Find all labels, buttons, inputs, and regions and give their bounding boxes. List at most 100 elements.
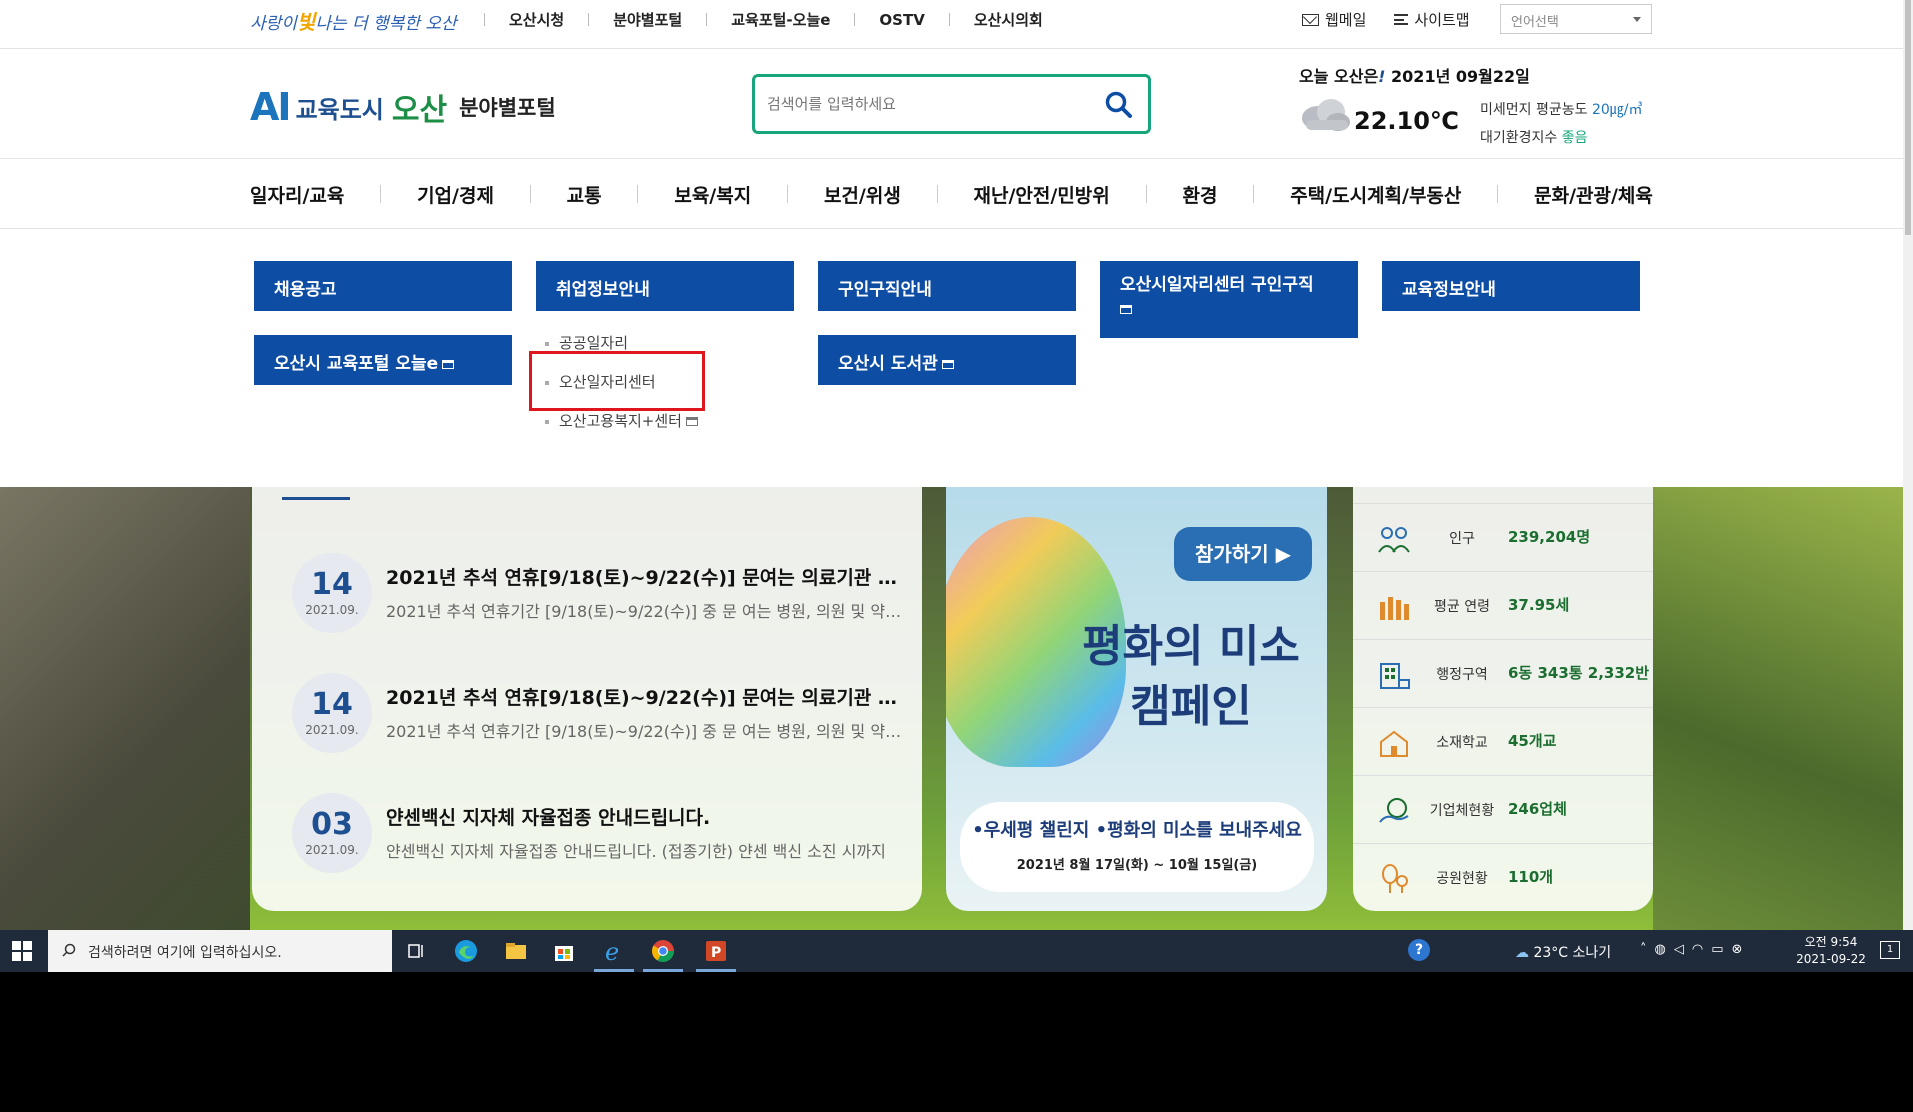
district-icon: [1380, 663, 1410, 689]
link-field-portal[interactable]: 분야별포털: [613, 9, 682, 30]
link-education-portal[interactable]: 교육포털-오늘e: [731, 9, 830, 30]
campaign-banner[interactable]: 참가하기 ▶ 평화의 미소 캠페인 •우세평 챌린지 •평화의 미소를 보내주세…: [946, 487, 1327, 911]
stat-row: 인구 239,204명: [1353, 503, 1653, 571]
menu-library[interactable]: 오산시 도서관: [818, 335, 1076, 385]
news-day: 14: [311, 687, 353, 722]
nav-housing-urban[interactable]: 주택/도시계획/부동산: [1290, 181, 1461, 208]
slogan-part-3: 나는 더 행복한 오산: [315, 14, 457, 34]
age-icon: [1380, 597, 1409, 620]
system-tray-icons[interactable]: ˄◍◁◠▭⊗: [1640, 942, 1750, 957]
nav-dropdown-panel: 채용공고 취업정보안내 구인구직안내 오산시일자리센터 구인구직 교육정보안내 …: [0, 229, 1903, 487]
nav-transport[interactable]: 교통: [567, 181, 602, 208]
stat-label: 평균 연령: [1434, 599, 1490, 615]
news-item[interactable]: 14 2021.09. 2021년 추석 연휴[9/18(토)~9/22(수)]…: [292, 673, 912, 763]
nav-culture-tourism[interactable]: 문화/관광/체육: [1534, 181, 1653, 208]
system-clock[interactable]: 오전 9:54 2021-09-22: [1790, 934, 1872, 968]
menu-education-info[interactable]: 교육정보안내: [1382, 261, 1640, 311]
nav-environment[interactable]: 환경: [1183, 181, 1218, 208]
menu-recruitment[interactable]: 채용공고: [254, 261, 512, 311]
join-button[interactable]: 참가하기 ▶: [1174, 527, 1312, 581]
close-circle-icon[interactable]: ⊗: [1731, 942, 1750, 957]
search-icon[interactable]: [1104, 90, 1134, 120]
webmail-label: 웹메일: [1325, 11, 1367, 29]
chrome-browser-icon[interactable]: [649, 937, 677, 965]
help-icon[interactable]: ?: [1408, 939, 1430, 961]
stat-value: 246업체: [1508, 800, 1567, 818]
taskbar-weather-text: 23°C 소나기: [1533, 945, 1612, 961]
windows-taskbar: 검색하려면 여기에 입력하십시오. e P ? ☁ 23°C 소나기 ˄◍◁◠▭…: [0, 930, 1913, 972]
site-logo[interactable]: AI 교육도시 오산 분야별포털: [250, 85, 556, 129]
nav-jobs-education[interactable]: 일자리/교육: [250, 181, 344, 208]
news-title: 2021년 추석 연휴[9/18(토)~9/22(수)] 문여는 의료기관 안내: [386, 687, 906, 709]
stat-label: 기업체현황: [1429, 803, 1495, 819]
park-icon: [1382, 864, 1408, 893]
menu-job-seeking[interactable]: 구인구직안내: [818, 261, 1076, 311]
task-view-icon[interactable]: [402, 937, 430, 965]
scrollbar-thumb[interactable]: [1905, 0, 1911, 235]
sitemap-label: 사이트맵: [1414, 11, 1470, 29]
news-item[interactable]: 03 2021.09. 얀센백신 지자체 자율접종 안내드립니다. 얀센백신 지…: [292, 793, 912, 883]
temperature-value: 22.10℃: [1354, 107, 1459, 135]
weather-title-label: 오늘 오산은: [1299, 67, 1379, 86]
file-explorer-icon[interactable]: [502, 937, 530, 965]
menu-education-portal[interactable]: 오산시 교육포털 오늘e: [254, 335, 512, 385]
nav-disaster-safety[interactable]: 재난/안전/민방위: [974, 181, 1110, 208]
banner-headline-1: 평화의 미소: [1082, 621, 1300, 672]
wifi-icon[interactable]: ◠: [1692, 942, 1711, 957]
notification-center-icon[interactable]: 1: [1880, 941, 1900, 959]
search-input[interactable]: [767, 91, 1087, 117]
banner-info-pill: •우세평 챌린지 •평화의 미소를 보내주세요 2021년 8월 17일(화) …: [960, 802, 1314, 892]
link-ostv[interactable]: OSTV: [879, 11, 924, 29]
highlight-box: [529, 351, 705, 411]
divider: [787, 185, 789, 203]
stat-value: 45개교: [1508, 732, 1557, 750]
weather-date: 2021년 09월22일: [1385, 67, 1530, 86]
menu-education-portal-label: 오산시 교육포털 오늘e: [274, 354, 439, 374]
link-city-hall[interactable]: 오산시청: [509, 9, 564, 30]
company-icon: [1379, 798, 1409, 823]
fine-dust-value: 20㎍/㎥: [1591, 102, 1643, 118]
nav-health-hygiene[interactable]: 보건/위생: [824, 181, 901, 208]
microsoft-store-icon[interactable]: [550, 937, 578, 965]
language-select[interactable]: 언어선택: [1500, 4, 1652, 34]
divider: [1145, 185, 1147, 203]
network-icon[interactable]: ◍: [1655, 942, 1674, 957]
news-desc: 얀센백신 지자체 자율접종 안내드립니다. (접종기한) 얀센 백신 소진 시까…: [386, 842, 886, 861]
logo-ai: AI: [250, 85, 292, 129]
sitemap-link[interactable]: 사이트맵: [1394, 9, 1470, 30]
fine-dust-info: 미세먼지 평균농도 20㎍/㎥: [1480, 99, 1642, 119]
school-icon: [1380, 730, 1408, 757]
menu-job-center[interactable]: 오산시일자리센터 구인구직: [1100, 261, 1358, 338]
menu-employment-info-label: 취업정보안내: [556, 280, 650, 300]
news-title: 2021년 추석 연휴[9/18(토)~9/22(수)] 문여는 의료기관 안내: [386, 567, 906, 589]
webmail-link[interactable]: 웹메일: [1302, 9, 1366, 30]
new-window-icon: [941, 359, 954, 369]
powerpoint-icon[interactable]: P: [702, 937, 730, 965]
people-icon: [1378, 527, 1410, 553]
menu-employment-info[interactable]: 취업정보안내: [536, 261, 794, 311]
windows-start-icon[interactable]: [12, 941, 32, 961]
link-city-council[interactable]: 오산시의회: [974, 9, 1043, 30]
news-item[interactable]: 14 2021.09. 2021년 추석 연휴[9/18(토)~9/22(수)]…: [292, 553, 912, 643]
city-slogan-logo[interactable]: 사랑이빛나는 더 행복한 오산: [250, 6, 457, 35]
nav-childcare-welfare[interactable]: 보육/복지: [674, 181, 751, 208]
stat-row: 행정구역 6동 343통 2,332반: [1353, 639, 1653, 707]
edge-browser-icon[interactable]: [452, 937, 480, 965]
taskbar-search[interactable]: 검색하려면 여기에 입력하십시오.: [48, 930, 392, 972]
banner-headline-2: 캠페인: [1130, 681, 1252, 732]
news-month: 2021.09.: [305, 603, 359, 617]
submenu-employment-welfare-center[interactable]: 오산고용복지+센터: [545, 410, 698, 431]
taskbar-weather[interactable]: ☁ 23°C 소나기: [1515, 942, 1611, 962]
active-app-indicator: [696, 969, 736, 972]
weather-title: 오늘 오산은! 2021년 09월22일: [1299, 63, 1530, 87]
keyboard-icon[interactable]: ▭: [1711, 942, 1731, 957]
page-scrollbar[interactable]: [1903, 0, 1913, 930]
stat-value: 239,204명: [1508, 528, 1591, 546]
chevron-up-icon[interactable]: ˄: [1640, 942, 1655, 957]
background-trees: [1653, 487, 1903, 930]
volume-icon[interactable]: ◁: [1674, 942, 1692, 957]
weather-rain-icon: ☁: [1515, 945, 1529, 961]
nav-business-economy[interactable]: 기업/경제: [417, 181, 494, 208]
submenu-public-jobs[interactable]: 공공일자리: [545, 332, 628, 353]
internet-explorer-icon[interactable]: e: [600, 937, 628, 965]
